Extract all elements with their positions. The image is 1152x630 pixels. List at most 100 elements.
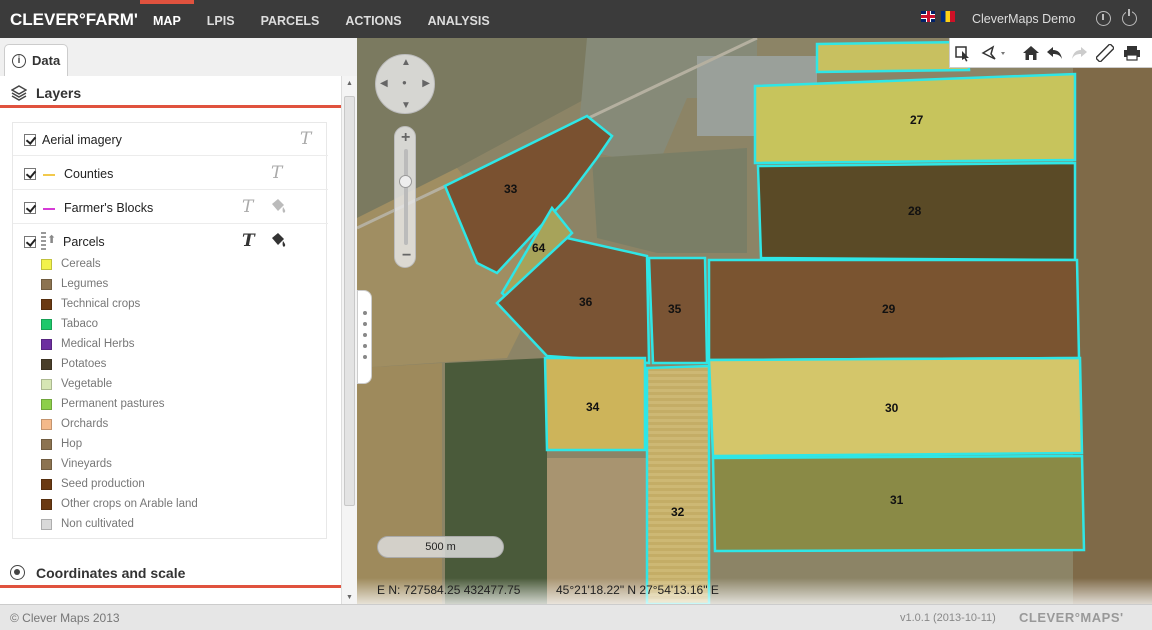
- nav-analysis[interactable]: ANALYSIS: [415, 0, 503, 38]
- app-logo[interactable]: CLEVER°FARM': [10, 10, 138, 30]
- legend-swatch: [41, 499, 52, 510]
- zoom-track[interactable]: [404, 149, 408, 245]
- pan-right-icon[interactable]: ▶: [422, 78, 430, 89]
- parcel-label: 64: [532, 241, 546, 255]
- parcel-label: 35: [668, 302, 682, 316]
- layers-icon: [10, 85, 28, 101]
- legend-swatch: [41, 379, 52, 390]
- parcel-label: 27: [910, 113, 924, 127]
- legend-swatch: [41, 479, 52, 490]
- uk-flag-icon[interactable]: [921, 11, 935, 22]
- scale-bar: 500 m: [377, 536, 504, 558]
- parcel-label: 28: [908, 204, 922, 218]
- layer-label: Aerial imagery: [42, 133, 122, 147]
- top-bar: CLEVER°FARM' MAP LPIS PARCELS ACTIONS AN…: [0, 0, 1152, 38]
- legend-label: Medical Herbs: [61, 338, 135, 350]
- parcel-label: 29: [882, 302, 896, 316]
- history-icon[interactable]: [1096, 11, 1111, 26]
- nav-actions[interactable]: ACTIONS: [332, 0, 414, 38]
- legend-swatch: [41, 359, 52, 370]
- draw-icon[interactable]: [980, 44, 1010, 62]
- legend-label: Permanent pastures: [61, 398, 165, 410]
- tab-data[interactable]: i Data: [4, 44, 68, 76]
- layer-parcels: ⬆ Parcels T: [13, 225, 328, 258]
- layer-checkbox[interactable]: [24, 168, 36, 180]
- parcel-label: 32: [671, 505, 685, 519]
- arrow-up-icon[interactable]: ⬆: [47, 233, 56, 246]
- map-view[interactable]: 27 28 29 30 31 32 33 34 35 36 64 ▲ ▼ ◀ ▶…: [357, 38, 1152, 604]
- fill-bucket-icon[interactable]: [269, 198, 286, 214]
- label-toggle-icon[interactable]: T: [271, 163, 282, 183]
- data-panel: i Data Layers Coordinates and scale Aeri…: [0, 38, 357, 604]
- layers-list: Aerial imagery T Counties T Farmer's Blo…: [12, 122, 328, 539]
- legend-swatch: [41, 339, 52, 350]
- nav-map[interactable]: MAP: [140, 0, 194, 38]
- parcel-label: 30: [885, 401, 899, 415]
- label-toggle-icon[interactable]: T: [242, 231, 255, 251]
- layer-aerial-imagery: Aerial imagery T: [13, 123, 328, 156]
- pan-control[interactable]: ▲ ▼ ◀ ▶ ●: [375, 54, 435, 114]
- redo-icon[interactable]: [1070, 44, 1088, 62]
- layers-title: Layers: [36, 85, 82, 101]
- parcel-label: 34: [586, 400, 600, 414]
- legend-swatch: [41, 279, 52, 290]
- layer-label: Counties: [64, 167, 114, 181]
- legend-swatch: [41, 519, 52, 530]
- layer-checkbox[interactable]: [24, 134, 36, 146]
- user-name[interactable]: CleverMaps Demo: [972, 12, 1076, 26]
- legend-swatch: [41, 399, 52, 410]
- zoom-slider-knob[interactable]: [399, 175, 412, 188]
- legend-label: Potatoes: [61, 358, 107, 370]
- drag-handle-icon[interactable]: [41, 232, 46, 250]
- legend-swatch: [41, 439, 52, 450]
- pan-center-icon[interactable]: ●: [402, 78, 407, 87]
- undo-icon[interactable]: [1046, 44, 1064, 62]
- home-icon[interactable]: [1022, 44, 1040, 62]
- layers-section-header[interactable]: Layers: [0, 78, 341, 108]
- measure-icon[interactable]: [1096, 44, 1114, 62]
- scroll-down-icon[interactable]: ▼: [346, 594, 353, 601]
- zoom-in-icon[interactable]: +: [401, 129, 410, 147]
- legend-label: Other crops on Arable land: [61, 498, 198, 510]
- label-toggle-icon[interactable]: T: [242, 197, 253, 217]
- target-icon: [10, 565, 25, 580]
- version: v1.0.1 (2013-10-11): [900, 612, 996, 624]
- pan-down-icon[interactable]: ▼: [401, 100, 411, 111]
- ro-flag-icon[interactable]: [941, 11, 955, 22]
- pan-up-icon[interactable]: ▲: [401, 57, 411, 68]
- fill-bucket-icon[interactable]: [269, 232, 286, 248]
- layer-checkbox[interactable]: [24, 202, 36, 214]
- aerial-map[interactable]: 27 28 29 30 31 32 33 34 35 36 64: [357, 38, 1152, 604]
- footer-logo[interactable]: CLEVER°MAPS': [1019, 610, 1124, 625]
- legend-label: Vineyards: [61, 458, 112, 470]
- parcel-label: 36: [579, 295, 593, 309]
- zoom-control[interactable]: + −: [394, 126, 416, 268]
- layer-checkbox[interactable]: [24, 236, 36, 248]
- nav-parcels[interactable]: PARCELS: [248, 0, 333, 38]
- line-swatch: [43, 174, 55, 176]
- legend-swatch: [41, 319, 52, 330]
- nav-lpis[interactable]: LPIS: [194, 0, 248, 38]
- legend-label: Orchards: [61, 418, 109, 430]
- main-nav: MAP LPIS PARCELS ACTIONS ANALYSIS: [140, 0, 503, 38]
- panel-collapse-handle[interactable]: [357, 290, 372, 384]
- legend-swatch: [41, 419, 52, 430]
- legend-label: Seed production: [61, 478, 145, 490]
- copyright: © Clever Maps 2013: [10, 611, 120, 625]
- label-toggle-icon[interactable]: T: [300, 129, 311, 149]
- coordinates-section-header[interactable]: Coordinates and scale: [0, 558, 341, 588]
- language-switcher: [921, 11, 955, 22]
- legend-label: Non cultivated: [61, 518, 134, 530]
- scroll-up-icon[interactable]: ▲: [346, 80, 353, 87]
- panel-scrollbar[interactable]: ▲ ▼: [341, 76, 357, 604]
- zoom-out-icon[interactable]: −: [402, 247, 411, 265]
- parcel-label: 31: [890, 493, 904, 507]
- pan-left-icon[interactable]: ◀: [380, 78, 388, 89]
- layer-farmers-blocks: Farmer's Blocks T: [13, 191, 328, 224]
- identify-icon[interactable]: [954, 44, 972, 62]
- print-icon[interactable]: [1123, 44, 1141, 62]
- parcel-label: 33: [504, 182, 518, 196]
- layer-label: Farmer's Blocks: [64, 201, 154, 215]
- scroll-thumb[interactable]: [344, 96, 355, 506]
- power-icon[interactable]: [1122, 9, 1137, 26]
